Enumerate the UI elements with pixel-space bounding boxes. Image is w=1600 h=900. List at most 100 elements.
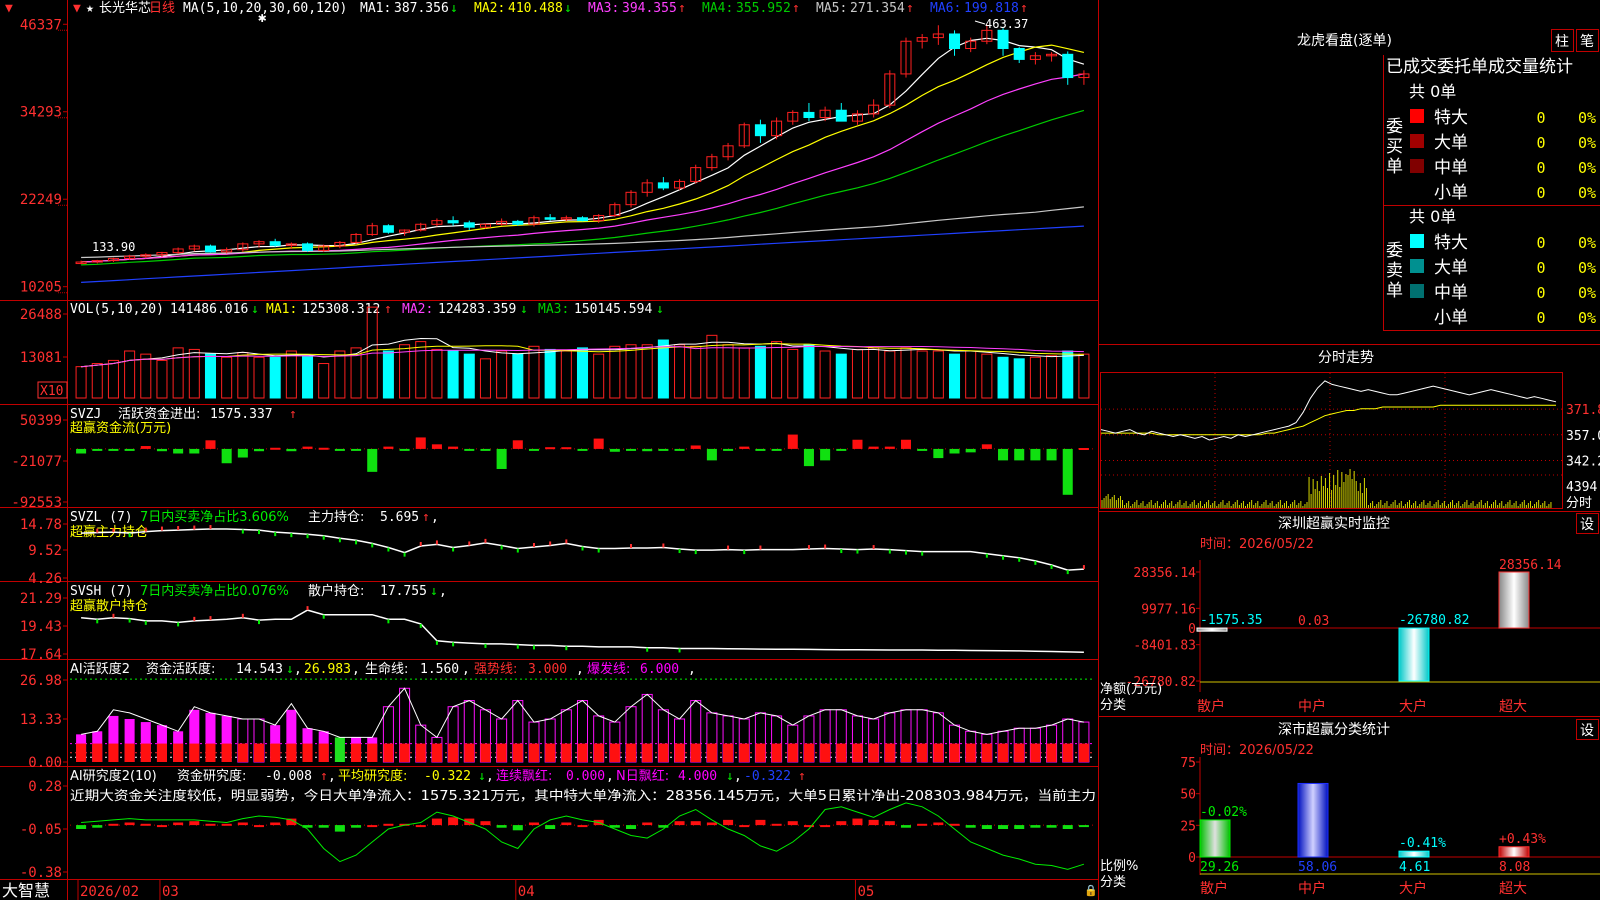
- sh-settings-label[interactable]: 设: [1580, 723, 1594, 739]
- svzj-bar: [577, 448, 588, 451]
- candle: [302, 242, 314, 252]
- candle: [204, 244, 216, 253]
- vol-ma2-arrow: ↓: [520, 302, 528, 317]
- svzl-line: [81, 525, 1085, 575]
- svzj-bar: [92, 448, 103, 451]
- order-stats-heading: 已成交委托单成交量统计: [1386, 57, 1573, 77]
- sz-settings-label[interactable]: 设: [1580, 517, 1594, 533]
- svzj-y-axis: 50399 -21077 -92553: [11, 413, 67, 511]
- ai-active-base: [868, 743, 879, 762]
- ai-research-bar: [981, 825, 992, 829]
- svzj-bar: [1062, 448, 1073, 495]
- low-price-label: 133.90: [92, 240, 135, 254]
- svzj-bar: [1078, 448, 1089, 451]
- ma6-arrow: ↑: [1020, 1, 1028, 16]
- svzj-bar: [674, 448, 685, 451]
- vol-bar: [253, 356, 265, 399]
- vol-bar: [399, 344, 411, 399]
- sz-monitor-chart: 28356.14 9977.16 0 -8401.83 -26780.82 -1575.3…: [1126, 558, 1600, 715]
- ma2-value: 410.488: [508, 1, 563, 16]
- x-axis-label: 05: [857, 884, 874, 900]
- stock-name[interactable]: 长光华芯: [99, 1, 151, 16]
- ai-active-base: [593, 743, 604, 762]
- ai-research-bar: [496, 825, 507, 828]
- candle-body: [997, 29, 1009, 50]
- intraday-y-axis: 371.8 357.0 342.2 4394分时: [1566, 403, 1600, 511]
- vol-bar: [512, 353, 524, 399]
- svzj-bar: [496, 448, 507, 469]
- vertical-char: 委: [1386, 241, 1403, 261]
- lock-icon[interactable]: 🔒: [1084, 884, 1098, 897]
- ai-research-bar: [334, 825, 345, 832]
- ai-active-base: [771, 743, 782, 762]
- vol-bar: [949, 353, 961, 399]
- ma5-arrow: ↑: [906, 1, 914, 16]
- vol-bar: [771, 341, 783, 399]
- order-row-count: 0: [1536, 184, 1545, 202]
- svzj-bar: [723, 448, 734, 451]
- svsh-arrow: ↓: [430, 584, 438, 599]
- svzj-bar: [820, 448, 831, 461]
- intraday-tick: 357.0: [1566, 429, 1600, 444]
- svzj-tick: -21077: [11, 454, 62, 470]
- ai-research-line: [81, 802, 1085, 870]
- ai-active-base: [998, 743, 1009, 762]
- order-row-pct: 0%: [1578, 134, 1596, 152]
- star-icon[interactable]: ★: [86, 1, 94, 16]
- vol-bar: [868, 347, 880, 399]
- ai-active-base: [642, 743, 653, 762]
- dragon-tiger-title: 龙虎看盘(逐单): [1297, 32, 1392, 49]
- price-tick: 10205: [20, 280, 62, 296]
- ai-avg-value: -0.322: [424, 769, 471, 784]
- ai-research-bar: [642, 822, 653, 826]
- svzj-bar: [1030, 448, 1041, 461]
- ai-research-bar: [173, 822, 184, 826]
- dropdown-arrow-icon[interactable]: ▼: [73, 1, 81, 16]
- vol-ma2-label: MA2:: [402, 302, 433, 317]
- svzj-bar: [868, 446, 879, 449]
- ai-research-bar: [626, 825, 637, 829]
- ai-research-arrow: ↑: [320, 769, 328, 784]
- candle: [382, 224, 394, 234]
- ai-research-bar: [852, 818, 863, 826]
- intraday-title: 分时走势: [1318, 350, 1374, 366]
- ai-research-bar: [351, 825, 362, 828]
- ai-active-base: [415, 743, 426, 762]
- buy-total: 共 0单: [1409, 82, 1456, 101]
- vol-bar: [496, 350, 508, 399]
- dragon-tiger-panel: 龙虎看盘(逐单) 柱 笔 已成交委托单成交量统计 委买单 委卖单 共 0单 共 …: [1297, 29, 1599, 328]
- svzj-bar: [431, 444, 442, 449]
- svzj-bar: [884, 446, 895, 449]
- vol-ma1-value: 125308.312: [302, 302, 380, 317]
- vertical-char: 委: [1386, 117, 1403, 137]
- svsh-value: 17.755: [380, 584, 427, 599]
- svzj-bar: [221, 448, 232, 464]
- kline-y-axis: 46337 34293 22249 10205: [20, 17, 67, 296]
- vol-bar: [1046, 355, 1058, 399]
- candle: [900, 37, 912, 78]
- period-label[interactable]: 日线: [149, 1, 175, 16]
- sz-category-label: 散户: [1197, 698, 1225, 715]
- vol-params: VOL(5,10,20): [70, 302, 164, 317]
- ai-active-base: [949, 743, 960, 762]
- candle-body: [1013, 48, 1025, 60]
- candle: [1029, 52, 1041, 65]
- ai-avg-label: 平均研究度:: [338, 768, 407, 784]
- tick-mode-label[interactable]: 笔: [1580, 34, 1594, 50]
- svzl-header: SVZL (7) 7日内买卖净占比3.606% 主力持仓: 5.695 ↑ , …: [70, 509, 439, 540]
- vol-bar: [965, 350, 977, 399]
- svsh-y-axis: 21.29 19.43 17.64: [20, 591, 67, 663]
- bar-mode-label[interactable]: 柱: [1555, 34, 1569, 50]
- candle-body: [949, 33, 961, 50]
- ai-research-bar: [512, 825, 523, 831]
- svzj-bar: [480, 448, 491, 451]
- svzj-bar: [253, 448, 265, 452]
- ai-research-bar: [1030, 825, 1041, 828]
- order-row-count: 0: [1536, 134, 1545, 152]
- up-arrow-icon: ▼: [5, 1, 13, 16]
- intraday-tick: 342.2: [1566, 454, 1600, 469]
- vol-ma1-arrow: ↑: [384, 302, 392, 317]
- order-row-name: 特大: [1434, 108, 1468, 128]
- order-row-pct: 0%: [1578, 184, 1596, 202]
- vol-bar: [463, 353, 475, 399]
